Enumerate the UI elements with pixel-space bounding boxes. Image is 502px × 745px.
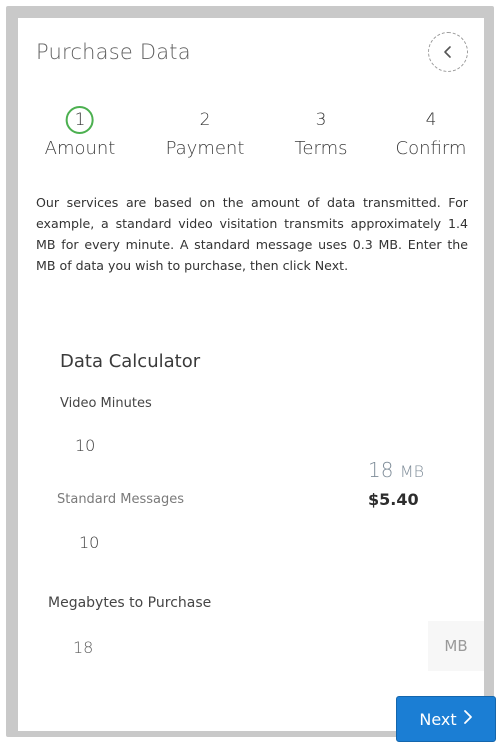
calculator-title: Data Calculator bbox=[60, 351, 201, 372]
step-number: 2 bbox=[199, 110, 211, 130]
next-button-label: Next bbox=[419, 709, 457, 729]
step-label: Confirm bbox=[395, 138, 467, 159]
standard-messages-label: Standard Messages bbox=[57, 492, 185, 507]
megabytes-input[interactable]: 18 bbox=[73, 638, 413, 657]
step-label: Amount bbox=[44, 138, 116, 159]
video-minutes-label: Video Minutes bbox=[60, 396, 152, 411]
description-text: Our services are based on the amount of … bbox=[36, 195, 468, 273]
standard-messages-input[interactable]: 10 bbox=[79, 533, 99, 552]
step-number: 1 bbox=[65, 106, 94, 134]
step-indicator: 1 Amount 2 Payment 3 Terms 4 Confirm bbox=[18, 106, 484, 176]
step-confirm[interactable]: 4 Confirm bbox=[396, 106, 467, 159]
page-title: Purchase Data bbox=[36, 40, 191, 64]
calculated-price: $5.40 bbox=[368, 490, 419, 509]
step-label: Payment bbox=[165, 138, 245, 159]
video-minutes-input[interactable]: 10 bbox=[75, 436, 95, 455]
step-amount[interactable]: 1 Amount bbox=[44, 106, 116, 159]
purchase-card: Purchase Data 1 Amount 2 Payment 3 Terms… bbox=[18, 18, 496, 742]
calculated-mb: 18 MB bbox=[368, 458, 424, 482]
step-label: Terms bbox=[294, 138, 348, 159]
step-number: 4 bbox=[425, 110, 437, 130]
mb-unit-addon: MB bbox=[428, 621, 484, 671]
chevron-left-icon bbox=[442, 45, 454, 59]
back-button[interactable] bbox=[428, 32, 468, 72]
step-payment[interactable]: 2 Payment bbox=[166, 106, 245, 159]
megabytes-to-purchase-label: Megabytes to Purchase bbox=[48, 595, 212, 611]
next-button[interactable]: Next bbox=[396, 696, 496, 742]
step-number: 3 bbox=[315, 110, 327, 130]
step-terms[interactable]: 3 Terms bbox=[294, 106, 347, 159]
calculated-mb-unit: MB bbox=[399, 462, 425, 481]
chevron-right-icon bbox=[463, 709, 473, 729]
calculated-mb-value: 18 bbox=[368, 458, 394, 482]
